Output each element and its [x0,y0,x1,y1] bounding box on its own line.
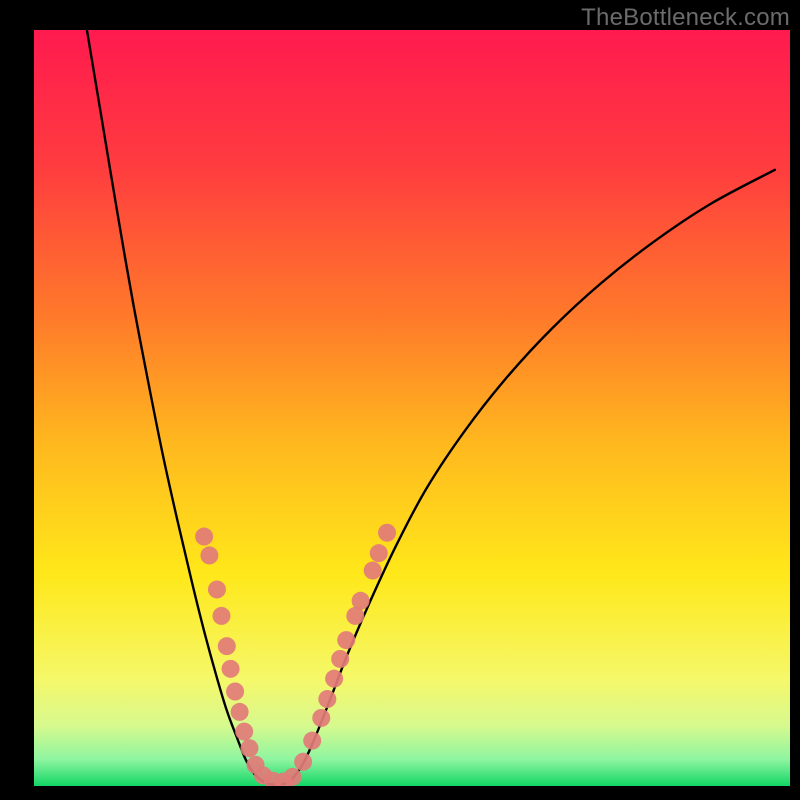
data-point [235,723,253,741]
watermark-label: TheBottleneck.com [581,4,790,32]
data-point [312,709,330,727]
bottleneck-chart [0,0,800,800]
data-point [218,637,236,655]
data-point [212,607,230,625]
gradient-background [34,30,790,786]
data-point [318,690,336,708]
data-point [352,592,370,610]
data-point [331,650,349,668]
data-point [226,683,244,701]
data-point [378,524,396,542]
data-point [370,544,388,562]
data-point [208,580,226,598]
data-point [294,753,312,771]
data-point [222,660,240,678]
data-point [325,670,343,688]
data-point [240,739,258,757]
data-point [337,631,355,649]
data-point [303,732,321,750]
chart-frame: TheBottleneck.com [0,0,800,800]
data-point [200,546,218,564]
data-point [364,562,382,580]
data-point [284,768,302,786]
data-point [231,703,249,721]
data-point [195,528,213,546]
